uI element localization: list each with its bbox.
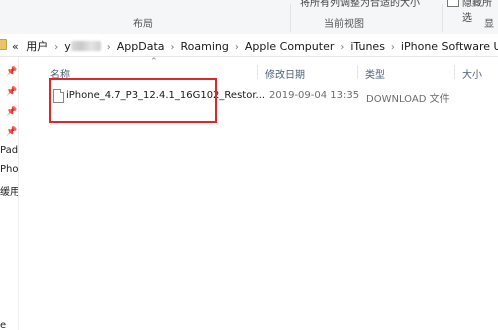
ribbon-separator [290,4,291,32]
ribbon-group-current-view: 当前视图 [324,19,364,30]
breadcrumb-roaming[interactable]: Roaming [181,40,229,53]
file-type: DOWNLOAD 文件 [366,94,450,105]
pin-icon[interactable]: 📌 [6,87,17,97]
redacted-username [70,41,101,51]
breadcrumb-itunes[interactable]: iTunes [350,40,385,53]
chevron-right-icon[interactable]: › [101,42,117,53]
file-explorer-window: 将所有列调整为合适的大小 隐藏所选 布局 当前视图 显 « 用户 › y › AppDa… [0,0,498,330]
ribbon-separator [442,4,443,32]
ribbon-group-layout: 布局 [133,19,153,30]
nav-item-bottom[interactable]: e [0,320,6,330]
column-header-type[interactable]: 类型 [365,66,385,81]
breadcrumb: « 用户 › y › AppData › Roaming › Apple Computer › iT… [12,38,498,54]
column-divider[interactable] [257,65,258,79]
breadcrumb-apple-computer[interactable]: Apple Computer [245,40,335,53]
nav-item-iphone[interactable]: Pho [0,164,18,175]
column-divider[interactable] [357,65,358,79]
breadcrumb-overflow[interactable]: « [12,40,19,53]
column-header-size[interactable]: 大小 [462,66,482,81]
chevron-right-icon[interactable]: › [334,42,350,53]
file-modified-date: 2019-09-04 13:35 [269,90,360,101]
breadcrumb-users[interactable]: 用户 [22,38,48,54]
ribbon-resize-columns-label[interactable]: 将所有列调整为合适的大小 [300,0,420,9]
nav-item-cache[interactable]: 缓用 [0,183,18,198]
breadcrumb-user[interactable]: y [64,40,101,53]
column-divider[interactable] [454,65,455,79]
ribbon-group-show: 显 [484,19,494,30]
breadcrumb-iphone-software-updates[interactable]: iPhone Software Upd [401,40,498,53]
hide-selected-checkbox[interactable] [447,0,459,7]
folder-icon [0,39,7,50]
chevron-right-icon[interactable]: › [165,42,181,53]
pin-icon[interactable]: 📌 [6,67,17,77]
breadcrumb-user-initial: y [64,40,71,53]
sort-up-icon: ⌃ [150,57,158,67]
chevron-right-icon[interactable]: › [48,42,64,53]
navigation-pane: 📌 📌 📌 📌 Pad Pho 缓用 e [0,57,19,330]
breadcrumb-appdata[interactable]: AppData [117,40,165,53]
pin-icon[interactable]: 📌 [6,107,17,117]
highlight-box [49,78,217,123]
column-header-modified[interactable]: 修改日期 [265,66,305,81]
chevron-right-icon[interactable]: › [229,42,245,53]
address-bar[interactable]: « 用户 › y › AppData › Roaming › Apple Computer › iT… [0,34,498,57]
pin-icon[interactable]: 📌 [6,127,17,137]
chevron-right-icon[interactable]: › [385,42,401,53]
ribbon: 将所有列调整为合适的大小 隐藏所选 布局 当前视图 显 [0,0,498,35]
nav-item-ipad[interactable]: Pad [0,145,18,156]
